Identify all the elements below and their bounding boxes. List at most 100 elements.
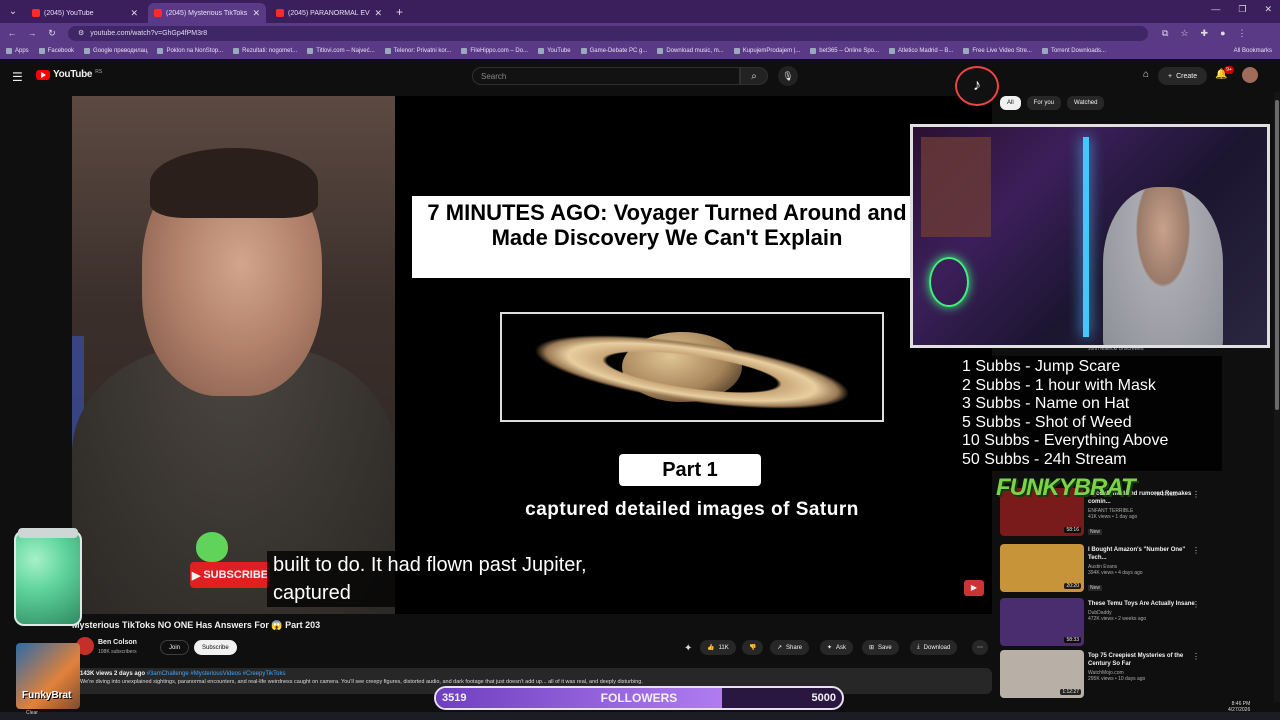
reload-icon[interactable]: ↻: [44, 28, 60, 39]
url-input[interactable]: ⚙ youtube.com/watch?v=GhGp4fPM3r8: [68, 25, 1148, 41]
bookmark-favicon-icon: [580, 48, 587, 54]
bookmark-item[interactable]: Atletico Madrid – B...: [889, 48, 953, 54]
bookmark-item[interactable]: YouTube: [538, 48, 571, 54]
more-actions-button[interactable]: ⋯: [972, 640, 988, 655]
scrollbar-thumb[interactable]: [1275, 100, 1279, 410]
forward-icon[interactable]: →: [24, 28, 40, 38]
bookmark-item[interactable]: Google преводилац: [84, 48, 147, 54]
jar-lid: [18, 528, 78, 538]
ask-button[interactable]: ✦ Ask: [820, 640, 854, 655]
hamburger-menu-icon[interactable]: ☰: [12, 70, 23, 84]
bookmark-item[interactable]: Titlovi.com – Najveć...: [307, 48, 375, 54]
channel-watermark-icon[interactable]: ▶: [964, 580, 984, 596]
bookmark-item[interactable]: KupujemProdajem |...: [733, 48, 801, 54]
tab-title: (2045) PARANORMAL EVIDENCE...: [288, 9, 370, 17]
bookmark-item[interactable]: Rezultati: nogomet...: [233, 48, 297, 54]
share-button[interactable]: ↗ Share: [770, 640, 810, 655]
bookmark-item[interactable]: Game-Debate PC g...: [580, 48, 648, 54]
hashtags[interactable]: #3amChallenge #MysteriousVideos #CreepyT…: [147, 671, 286, 677]
bookmarks-bar: Apps Facebook Google преводилац Poklon na N…: [0, 43, 1280, 59]
rec-duration: 58:16: [1064, 527, 1081, 533]
video-player[interactable]: 7 MINUTES AGO: Voyager Turned Around and…: [72, 96, 992, 614]
plus-icon: +: [1168, 72, 1173, 80]
ask-label: Ask: [836, 644, 847, 651]
youtube-favicon-icon: [154, 9, 162, 17]
bookmark-item[interactable]: Free Live Video Stre...: [963, 48, 1032, 54]
goal-item: 2 Subbs - 1 hour with Mask: [962, 376, 1156, 394]
dislike-button[interactable]: 👎: [742, 640, 764, 655]
bookmark-favicon-icon: [38, 48, 45, 54]
bookmark-star-icon[interactable]: ☆: [1180, 28, 1188, 39]
chip-for-you[interactable]: For you: [1026, 96, 1062, 110]
back-icon[interactable]: ←: [4, 28, 20, 38]
bookmark-label: KupujemProdajem |...: [742, 48, 801, 54]
microphone-icon[interactable]: 🎙: [778, 66, 798, 86]
bookmark-item[interactable]: Apps: [6, 48, 29, 54]
sponsor-icon[interactable]: ✦: [684, 643, 692, 654]
site-info-icon[interactable]: ⚙: [78, 29, 84, 37]
save-button[interactable]: ⊞ Save: [862, 640, 899, 655]
rec-thumbnail[interactable]: 20:20: [1000, 544, 1084, 592]
recommendation-item[interactable]: 1:12:27 Top 75 Creepiest Mysteries of the…: [1000, 650, 1210, 702]
bookmark-item[interactable]: Telenor: Privatni kor...: [384, 48, 451, 54]
bookmark-label: Game-Debate PC g...: [589, 48, 648, 54]
recommendation-item[interactable]: 20:20 I Bought Amazon's "Number One" Tech…: [1000, 544, 1210, 596]
funkybrat-brand-logo: FUNKYBRAT: [996, 474, 1136, 501]
close-tab-icon[interactable]: ✕: [130, 8, 138, 19]
search-input[interactable]: Search: [472, 67, 740, 85]
download-button[interactable]: ⤓ Download: [910, 640, 958, 655]
rec-duration: 1:12:27: [1060, 689, 1081, 695]
rec-meta: Top 75 Creepiest Mysteries of the Centur…: [1088, 652, 1196, 682]
create-button[interactable]: + Create: [1158, 67, 1208, 85]
new-tab-icon[interactable]: +: [396, 5, 403, 19]
rec-title[interactable]: I Bought Amazon's "Number One" Tech...: [1088, 546, 1196, 562]
subscribe-button[interactable]: Subscribe: [194, 640, 237, 655]
bookmark-label: YouTube: [547, 48, 571, 54]
bookmark-label: Google преводилац: [93, 48, 148, 54]
cast-icon[interactable]: ⧉: [1162, 28, 1168, 39]
channel-name[interactable]: Ben Colson: [98, 639, 137, 646]
recommendation-item[interactable]: 58:33 These Temu Toys Are Actually Insane…: [1000, 598, 1210, 650]
cast-to-tv-icon[interactable]: ⌂: [1143, 69, 1149, 80]
minimize-icon[interactable]: —: [1211, 4, 1220, 15]
account-avatar[interactable]: [1242, 67, 1258, 83]
rec-duration: 58:33: [1064, 637, 1081, 643]
search-icon[interactable]: ⌕: [740, 67, 768, 85]
save-icon: ⊞: [869, 645, 875, 651]
rec-title[interactable]: These Temu Toys Are Actually Insane: [1088, 600, 1196, 608]
close-tab-icon[interactable]: ✕: [374, 8, 382, 19]
rec-thumbnail[interactable]: 1:12:27: [1000, 650, 1084, 698]
youtube-logo[interactable]: YouTube RS: [36, 69, 102, 80]
rec-title[interactable]: Top 75 Creepiest Mysteries of the Centur…: [1088, 652, 1196, 668]
rec-more-icon[interactable]: ⋮: [1192, 652, 1200, 661]
bookmark-item[interactable]: Torrent Downloads...: [1041, 48, 1106, 54]
rec-more-icon[interactable]: ⋮: [1192, 490, 1200, 499]
system-clock: 8:46 PM 4/27/2026: [1228, 701, 1250, 713]
browser-tab-active[interactable]: (2045) Mysterious TikToks NO ONE... ✕: [148, 3, 266, 23]
bookmark-item[interactable]: Download music, m...: [657, 48, 724, 54]
bookmark-favicon-icon: [538, 48, 545, 54]
tab-search-icon[interactable]: ⌄: [4, 4, 22, 20]
bookmark-item[interactable]: bet365 – Online Spo...: [810, 48, 879, 54]
bookmark-item[interactable]: Poklon na NonStop...: [157, 48, 223, 54]
rec-more-icon[interactable]: ⋮: [1192, 600, 1200, 609]
maximize-icon[interactable]: ❐: [1238, 4, 1246, 15]
chip-watched[interactable]: Watched: [1067, 96, 1105, 110]
bookmark-label: Facebook: [47, 48, 75, 54]
profile-icon[interactable]: ●: [1220, 28, 1225, 39]
all-bookmarks-button[interactable]: All Bookmarks: [1234, 48, 1272, 54]
browser-tab[interactable]: (2045) YouTube ✕: [26, 3, 144, 23]
close-tab-icon[interactable]: ✕: [252, 8, 260, 19]
like-button[interactable]: 👍 11K: [700, 640, 736, 655]
bookmark-item[interactable]: Facebook: [38, 48, 75, 54]
rec-more-icon[interactable]: ⋮: [1192, 546, 1200, 555]
join-button[interactable]: Join: [160, 640, 190, 655]
browser-tab[interactable]: (2045) PARANORMAL EVIDENCE... ✕: [270, 3, 388, 23]
chip-all[interactable]: All: [1000, 96, 1021, 110]
rec-thumbnail[interactable]: 58:33: [1000, 598, 1084, 646]
extensions-icon[interactable]: ✚: [1201, 28, 1209, 39]
close-window-icon[interactable]: ✕: [1264, 4, 1272, 15]
part-label: Part 1: [619, 454, 761, 486]
browser-menu-icon[interactable]: ⋮: [1238, 28, 1247, 39]
bookmark-item[interactable]: FileHippo.com – Do...: [461, 48, 528, 54]
